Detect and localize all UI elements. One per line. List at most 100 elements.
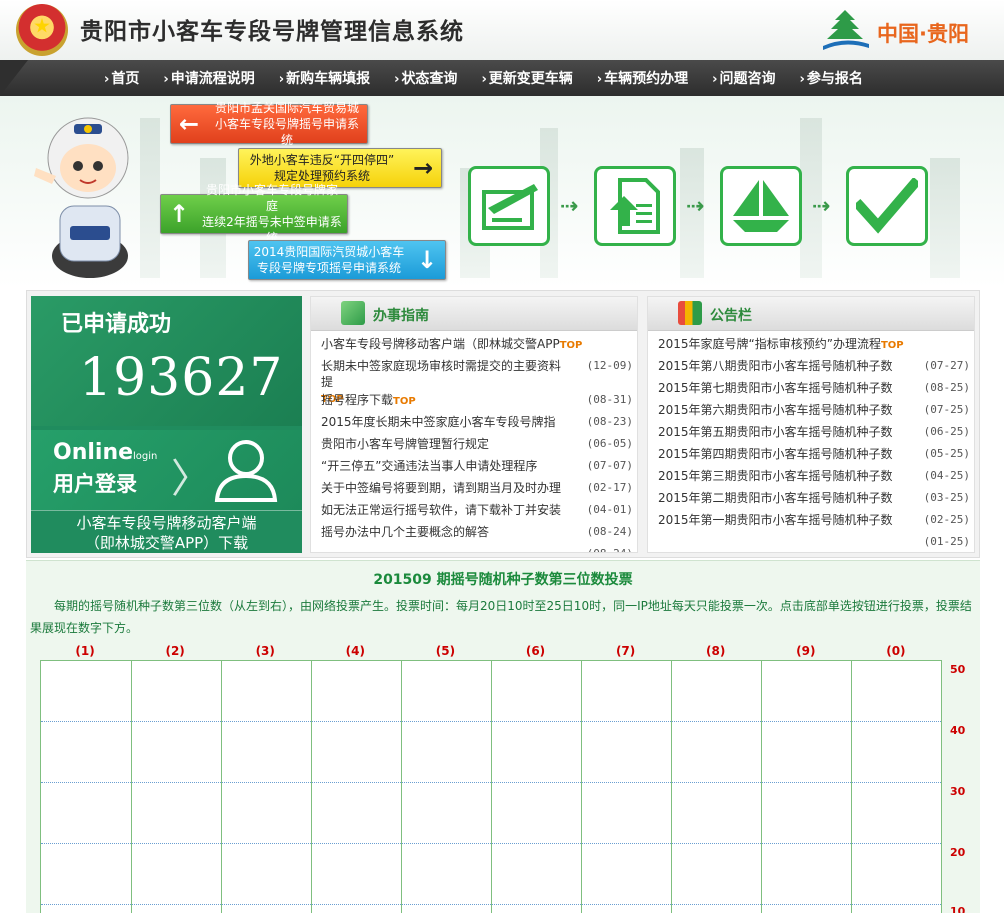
chevron-right-icon: › bbox=[481, 72, 487, 87]
notice-title[interactable]: 公告栏 bbox=[710, 305, 752, 325]
vote-column-label: (0) bbox=[886, 644, 906, 658]
vote-column-labels: (1) (2) (3) (4) (5) (6) (7) (8) (9) (0) bbox=[40, 644, 941, 660]
applied-count: 193627 bbox=[79, 348, 284, 408]
special-lottery-2014-button[interactable]: 2014贵阳国际汽贸城小客车 专段号牌专项摇号申请系统 ↓ bbox=[248, 240, 446, 280]
banner: ← 贵阳市孟关国际汽车贸易城 小客车专段号牌摇号申请系统 外地小客车违反“开四停四… bbox=[0, 96, 1004, 288]
family-lottery-button[interactable]: ↑ 贵阳市小客车专段号牌家庭 连续2年摇号未中签申请系统 bbox=[160, 183, 348, 245]
chevron-right-icon: › bbox=[394, 72, 400, 87]
online-label: Onlinelogin bbox=[53, 440, 158, 465]
grid-line bbox=[41, 782, 941, 783]
grid-line bbox=[41, 843, 941, 844]
arrow-right-icon: → bbox=[412, 154, 434, 182]
nav-item-appointment[interactable]: › 车辆预约办理 bbox=[597, 68, 688, 88]
vote-description: 每期的摇号随机种子数第三位数（从左到右），由网络投票产生。投票时间：每月20日1… bbox=[30, 599, 972, 635]
list-item[interactable]: “开三停五”交通违法当事人申请处理程序 (07-07) bbox=[311, 455, 637, 477]
police-emblem-icon bbox=[16, 4, 68, 56]
y-label: 30 bbox=[950, 785, 966, 798]
pine-tree-icon bbox=[823, 10, 869, 50]
list-item[interactable]: 如无法正常运行摇号软件，请下载补丁并安装 (04-01) bbox=[311, 499, 637, 521]
police-mascot-icon bbox=[34, 117, 129, 278]
vote-column-label: (8) bbox=[706, 644, 726, 658]
grid-line bbox=[491, 661, 492, 913]
checkmark-icon bbox=[856, 178, 918, 234]
main-nav: › 首页 › 申请流程说明 › 新购车辆填报 › 状态查询 › 更新变更车辆 › 车辆预约办… bbox=[0, 60, 1004, 96]
grid-line bbox=[671, 661, 672, 913]
vote-column-label: (1) bbox=[75, 644, 95, 658]
vote-column-label: (7) bbox=[615, 644, 636, 658]
list-item[interactable]: 摇号办法中几个主要概念的解答 (08-24) bbox=[311, 521, 637, 543]
nav-corner bbox=[0, 60, 28, 96]
mengguan-lottery-button[interactable]: ← 贵阳市孟关国际汽车贸易城 小客车专段号牌摇号申请系统 bbox=[170, 101, 368, 147]
notice-panel: 公告栏 2015年家庭号牌“指标审核预约”办理流程TOP 2015年第八期贵阳市… bbox=[647, 296, 975, 553]
chevron-right-icon: › bbox=[163, 72, 169, 87]
list-item[interactable]: 2015年第五期贵阳市小客车摇号随机种子数 (06-25) bbox=[648, 421, 974, 443]
guide-book-icon bbox=[341, 301, 365, 325]
guide-title[interactable]: 办事指南 bbox=[373, 305, 429, 325]
nav-item-new-vehicle[interactable]: › 新购车辆填报 bbox=[279, 68, 370, 88]
vote-column-label: (4) bbox=[345, 644, 365, 658]
vote-section: 201509 期摇号随机种子数第三位数投票 每期的摇号随机种子数第三位数（从左到… bbox=[26, 560, 980, 913]
vote-column-label: (9) bbox=[796, 644, 816, 658]
arrow-up-icon: ↑ bbox=[168, 200, 190, 228]
y-label: 20 bbox=[950, 846, 966, 859]
nav-item-process[interactable]: › 申请流程说明 bbox=[163, 68, 254, 88]
grid-line bbox=[851, 661, 852, 913]
list-item[interactable]: 2015年第六期贵阳市小客车摇号随机种子数 (07-25) bbox=[648, 399, 974, 421]
arrow-down-icon: ↓ bbox=[416, 246, 438, 274]
vote-column-label: (2) bbox=[165, 644, 185, 658]
list-item[interactable]: 2015年第八期贵阳市小客车摇号随机种子数 (07-27) bbox=[648, 355, 974, 377]
list-item[interactable]: 摇号程序下载TOP (08-31) bbox=[311, 389, 637, 411]
paper-plane-icon bbox=[733, 180, 789, 232]
list-item: (01-25) bbox=[923, 535, 970, 548]
user-icon[interactable] bbox=[213, 436, 279, 504]
chevron-right-icon: › bbox=[104, 72, 110, 87]
list-item[interactable]: 2015年第四期贵阳市小客车摇号随机种子数 (05-25) bbox=[648, 443, 974, 465]
bar-chart-icon bbox=[678, 301, 702, 325]
arrow-right-icon: ⇢ bbox=[686, 194, 705, 219]
step-submit bbox=[720, 166, 802, 246]
city-building bbox=[140, 118, 160, 278]
brand-text: 中国·贵阳 bbox=[877, 22, 969, 46]
nav-item-faq[interactable]: › 问题咨询 bbox=[712, 68, 775, 88]
nav-item-update-vehicle[interactable]: › 更新变更车辆 bbox=[481, 68, 572, 88]
list-item[interactable]: 2015年度长期未中签家庭小客车专段号牌指 (08-23) bbox=[311, 411, 637, 433]
list-item[interactable]: 2015年第二期贵阳市小客车摇号随机种子数 (03-25) bbox=[648, 487, 974, 509]
guide-panel: 办事指南 小客车专段号牌移动客户端（即林城交警APPTOP 长期未中签家庭现场审… bbox=[310, 296, 638, 553]
list-item[interactable]: 贵阳市小客车号牌管理暂行规定 (06-05) bbox=[311, 433, 637, 455]
step-fill-form bbox=[468, 166, 550, 246]
list-item: (08-24) bbox=[311, 543, 637, 552]
list-item[interactable]: 2015年第一期贵阳市小客车摇号随机种子数 (02-25) bbox=[648, 509, 974, 531]
list-item[interactable]: 长期未中签家庭现场审核时需提交的主要资料提 TOP (12-09) bbox=[311, 355, 637, 405]
y-label: 10 bbox=[950, 905, 966, 913]
site-title: 贵阳市小客车专段号牌管理信息系统 bbox=[80, 19, 464, 45]
list-item[interactable]: 关于中签编号将要到期，请到期当月及时办理 (02-17) bbox=[311, 477, 637, 499]
grid-line bbox=[41, 904, 941, 905]
vote-column-label: (5) bbox=[435, 644, 456, 658]
list-item[interactable]: 小客车专段号牌移动客户端（即林城交警APPTOP bbox=[311, 333, 637, 355]
status-panel: 已申请成功 193627 Onlinelogin 用户登录 〉 小客车专段号牌移… bbox=[31, 296, 302, 553]
nav-item-home[interactable]: › 首页 bbox=[104, 68, 139, 88]
applied-title: 已申请成功 bbox=[61, 312, 172, 337]
grid-line bbox=[761, 661, 762, 913]
list-item[interactable]: 2015年第七期贵阳市小客车摇号随机种子数 (08-25) bbox=[648, 377, 974, 399]
chevron-right-icon: › bbox=[596, 72, 603, 87]
city-building bbox=[930, 158, 960, 278]
list-item[interactable]: 2015年家庭号牌“指标审核预约”办理流程TOP bbox=[648, 333, 974, 355]
guide-list: 小客车专段号牌移动客户端（即林城交警APPTOP 长期未中签家庭现场审核时需提交… bbox=[311, 331, 637, 552]
grid-line bbox=[401, 661, 402, 913]
app-download-link[interactable]: 小客车专段号牌移动客户端 （即林城交警APP）下载 bbox=[31, 510, 302, 553]
vote-title: 201509 期摇号随机种子数第三位数投票 bbox=[373, 572, 633, 588]
y-label: 40 bbox=[950, 724, 966, 737]
notice-list: 2015年家庭号牌“指标审核预约”办理流程TOP 2015年第八期贵阳市小客车摇… bbox=[648, 331, 974, 552]
upload-doc-icon bbox=[610, 178, 660, 234]
list-item[interactable]: 2015年第三期贵阳市小客车摇号随机种子数 (04-25) bbox=[648, 465, 974, 487]
grid-line bbox=[581, 661, 582, 913]
form-icon bbox=[482, 184, 538, 230]
user-login-label[interactable]: 用户登录 bbox=[53, 468, 137, 498]
nav-item-status[interactable]: › 状态查询 bbox=[394, 68, 457, 88]
step-complete bbox=[846, 166, 928, 246]
vote-grid bbox=[40, 660, 942, 913]
chevron-right-icon: › bbox=[278, 72, 285, 87]
nav-item-signup[interactable]: › 参与报名 bbox=[800, 68, 863, 88]
guiyang-logo[interactable]: 中国·贵阳 bbox=[819, 6, 984, 54]
